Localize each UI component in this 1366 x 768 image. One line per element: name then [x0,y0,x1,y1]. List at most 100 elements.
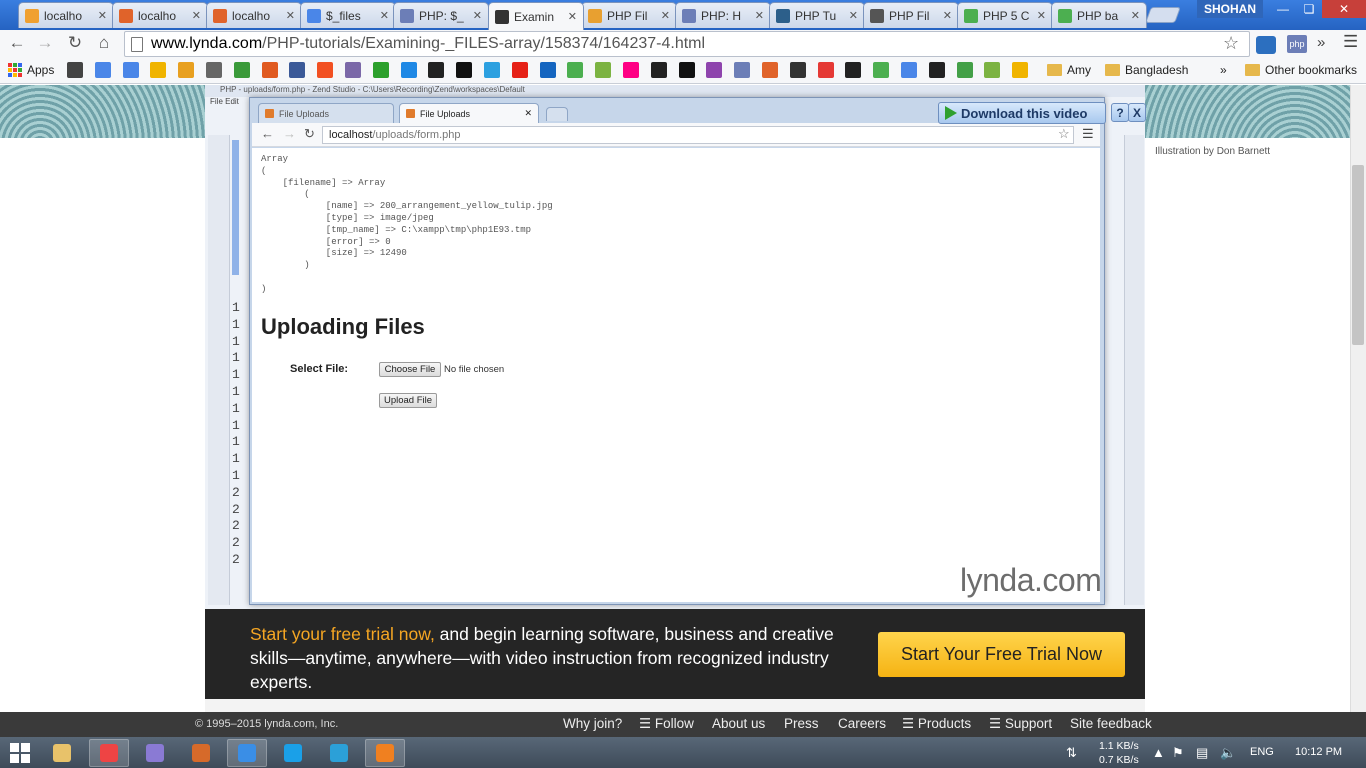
inner-star-icon[interactable]: ☆ [1058,126,1070,142]
taskbar-app[interactable] [227,739,267,767]
scrollbar-thumb[interactable] [1352,165,1364,345]
drive-icon[interactable] [372,62,389,78]
volume-icon[interactable]: 🔈 [1220,745,1236,761]
apps-bookmark[interactable]: Apps [8,63,54,77]
footer-link[interactable]: ☰ Support [989,716,1052,732]
office-icon[interactable] [261,62,278,78]
browser-tab[interactable]: PHP: H ✕ [675,2,771,28]
bookmarks-overflow[interactable]: » [1220,63,1227,77]
facebook-icon[interactable] [289,62,306,78]
inner-address-bar[interactable]: localhost/uploads/form.php [322,126,1074,144]
new-tab-button[interactable] [1145,7,1181,23]
choose-file-button[interactable]: Choose File [379,362,441,377]
inner-new-tab[interactable] [546,107,568,121]
car-icon[interactable] [789,62,806,78]
bookmark-folder-amy[interactable]: Amy [1047,63,1091,77]
footer-link[interactable]: ☰ Products [902,716,971,732]
xe-icon[interactable] [206,62,222,78]
close-video-button[interactable]: X [1128,103,1146,122]
google-icon[interactable] [94,62,111,78]
warning-icon[interactable] [1012,62,1029,78]
w3schools-icon[interactable] [567,62,584,78]
maximize-icon[interactable]: ❏ [1296,0,1322,18]
flickr-icon[interactable] [623,62,639,78]
taskbar-app[interactable] [273,739,313,767]
reload-icon[interactable]: ↻ [64,33,86,53]
clock[interactable]: 10:12 PM [1295,746,1342,758]
help-button[interactable]: ? [1111,103,1129,122]
taskbar-app[interactable] [135,739,175,767]
close-tab-icon[interactable]: ✕ [849,9,858,22]
close-tab-icon[interactable]: ✕ [661,9,670,22]
panda-icon[interactable] [678,62,695,78]
browser-tab[interactable]: localho ✕ [18,2,114,28]
browser-tab[interactable]: PHP 5 C ✕ [957,2,1053,28]
browser-tab[interactable]: PHP ba ✕ [1051,2,1147,28]
inner-back-icon[interactable]: ← [261,126,274,141]
profile-button[interactable]: SHOHAN [1197,0,1263,18]
minimize-icon[interactable]: — [1270,0,1296,18]
bing-icon[interactable] [178,62,195,78]
pen-icon[interactable] [706,62,723,78]
forward-icon[interactable]: → [34,33,56,53]
mask-icon[interactable] [650,62,667,78]
footer-link[interactable]: Careers [838,716,886,731]
close-tab-icon[interactable]: ✕ [1037,9,1046,22]
inner-tab-1[interactable]: File Uploads [258,103,394,123]
bookmark-icon[interactable] [67,62,83,78]
browser-tab[interactable]: $_files ✕ [300,2,396,28]
language-indicator[interactable]: ENG [1250,746,1274,758]
php-icon[interactable] [734,62,751,78]
close-tab-icon[interactable]: ✕ [755,9,764,22]
windows-icon[interactable] [317,62,334,78]
browser-tab[interactable]: localho ✕ [112,2,208,28]
close-tab-icon[interactable]: ✕ [192,9,201,22]
nl-icon[interactable] [956,62,973,78]
google-icon[interactable] [122,62,139,78]
wunderlist-icon[interactable] [400,62,417,78]
bag-icon[interactable] [845,62,862,78]
feather-icon[interactable] [428,62,445,78]
close-tab-icon[interactable]: ✕ [1131,9,1140,22]
browser-tab[interactable]: Examin ✕ [488,2,584,30]
php-extension-icon[interactable]: php [1287,35,1307,53]
download-video-button[interactable]: Download this video [938,102,1106,124]
flag-icon[interactable]: ⚑ [1172,745,1184,761]
record-icon[interactable] [817,62,834,78]
other-bookmarks[interactable]: Other bookmarks [1245,63,1357,77]
footer-link[interactable]: About us [712,716,765,731]
home-icon[interactable]: ⌂ [93,33,115,53]
browser-tab[interactable]: localho ✕ [206,2,302,28]
footer-link[interactable]: Site feedback [1070,716,1152,731]
taskbar-app[interactable] [365,739,405,767]
close-tab-icon[interactable]: ✕ [98,9,107,22]
address-bar[interactable]: www.lynda.com/PHP-tutorials/Examining-_F… [124,31,1250,57]
font-icon[interactable] [345,62,361,78]
free-trial-button[interactable]: Start Your Free Trial Now [878,632,1125,677]
taskbar-app[interactable] [89,739,129,767]
maps-icon[interactable] [873,62,890,78]
play-icon[interactable] [484,62,500,78]
browser-tab[interactable]: PHP Fil ✕ [863,2,959,28]
taskbar-app[interactable] [181,739,221,767]
taskbar-app[interactable] [319,739,359,767]
w3-icon[interactable] [456,62,473,78]
inner-menu-icon[interactable]: ☰ [1082,126,1094,142]
footer-link[interactable]: ☰ Follow [639,716,694,732]
browser-tab[interactable]: PHP: $_ ✕ [393,2,489,28]
extension-icon[interactable] [1256,36,1276,54]
star-icon[interactable]: ☆ [1223,33,1239,54]
google-icon[interactable] [901,62,917,78]
browser-tab[interactable]: PHP Fil ✕ [581,2,677,28]
close-window-icon[interactable]: ✕ [1322,0,1366,18]
close-tab-icon[interactable]: ✕ [568,10,577,23]
inner-reload-icon[interactable]: ↻ [304,126,315,142]
inner-tab-2[interactable]: File Uploads ✕ [399,103,539,123]
browser-tab[interactable]: PHP Tu ✕ [769,2,865,28]
close-tab-icon[interactable]: ✕ [286,9,295,22]
taskbar-app[interactable] [42,739,82,767]
youtube-icon[interactable] [511,62,528,78]
map-icon[interactable] [595,62,612,78]
chrome-menu-icon[interactable]: » [1317,34,1325,51]
upload-file-button[interactable]: Upload File [379,393,437,408]
